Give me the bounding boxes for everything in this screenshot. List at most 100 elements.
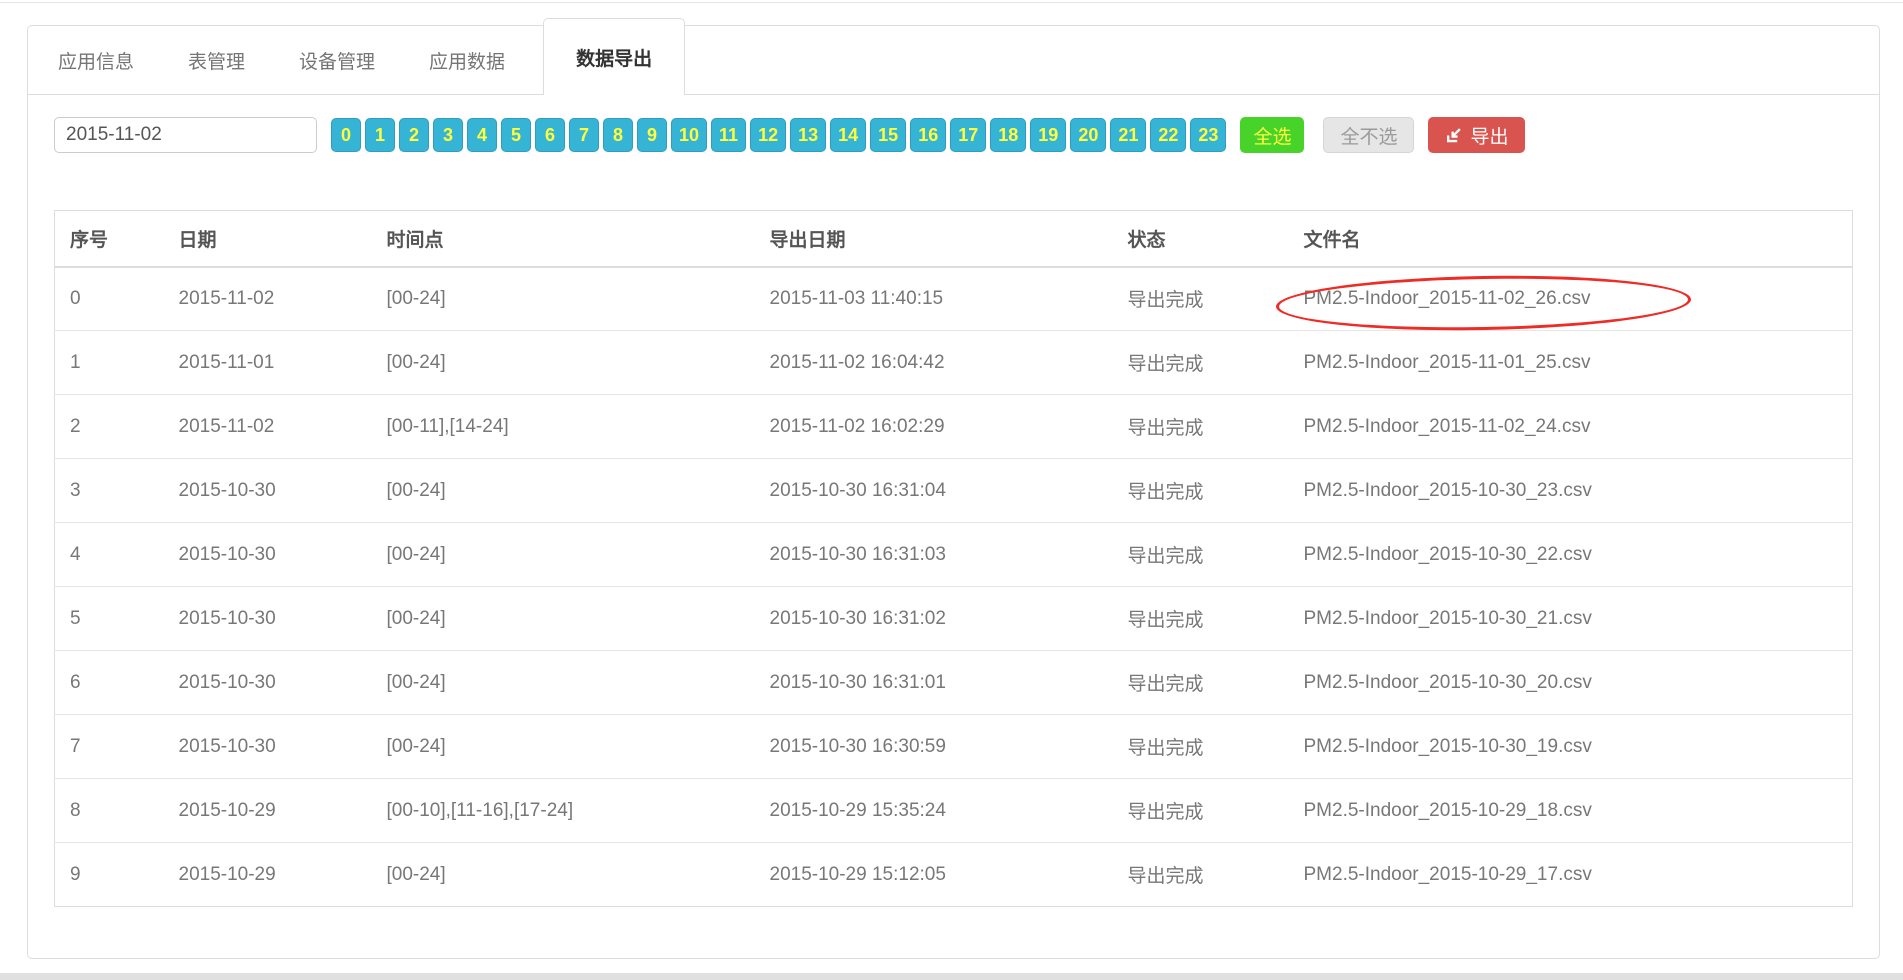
column-header: 状态 xyxy=(1113,211,1289,267)
table-cell: 导出完成 xyxy=(1113,587,1289,651)
table-cell: 2015-10-30 xyxy=(164,587,372,651)
table-cell: [00-24] xyxy=(372,267,755,331)
panel-content: 01234567891011121314151617181920212223 全… xyxy=(28,95,1879,907)
tab-表管理[interactable]: 表管理 xyxy=(172,26,261,94)
table-cell: 2015-11-02 xyxy=(164,395,372,459)
table-cell: 2015-10-29 15:12:05 xyxy=(755,843,1113,907)
export-table: 序号日期时间点导出日期状态文件名 02015-11-02[00-24]2015-… xyxy=(54,210,1853,907)
table-cell: 2015-11-02 16:04:42 xyxy=(755,331,1113,395)
hour-buttons: 01234567891011121314151617181920212223 xyxy=(331,118,1226,152)
tab-bar: 应用信息表管理设备管理应用数据数据导出 xyxy=(28,26,1879,95)
hour-button-12[interactable]: 12 xyxy=(750,118,786,152)
deselect-all-button[interactable]: 全不选 xyxy=(1323,117,1414,153)
table-cell: 2015-11-02 xyxy=(164,267,372,331)
table-cell: 7 xyxy=(55,715,164,779)
hour-button-3[interactable]: 3 xyxy=(433,118,463,152)
hour-button-9[interactable]: 9 xyxy=(637,118,667,152)
hour-button-22[interactable]: 22 xyxy=(1150,118,1186,152)
table-body: 02015-11-02[00-24]2015-11-03 11:40:15导出完… xyxy=(55,267,1853,907)
hour-button-21[interactable]: 21 xyxy=(1110,118,1146,152)
table-cell: 导出完成 xyxy=(1113,523,1289,587)
table-cell: 导出完成 xyxy=(1113,779,1289,843)
tab-数据导出[interactable]: 数据导出 xyxy=(543,18,685,95)
table-cell: [00-10],[11-16],[17-24] xyxy=(372,779,755,843)
hour-button-2[interactable]: 2 xyxy=(399,118,429,152)
table-row: 82015-10-29[00-10],[11-16],[17-24]2015-1… xyxy=(55,779,1853,843)
tab-设备管理[interactable]: 设备管理 xyxy=(283,26,391,94)
top-divider xyxy=(0,2,1903,3)
hour-button-16[interactable]: 16 xyxy=(910,118,946,152)
filename-cell: PM2.5-Indoor_2015-10-30_22.csv xyxy=(1289,523,1853,587)
hour-button-8[interactable]: 8 xyxy=(603,118,633,152)
hour-button-13[interactable]: 13 xyxy=(790,118,826,152)
table-cell: 导出完成 xyxy=(1113,395,1289,459)
table-cell: 导出完成 xyxy=(1113,459,1289,523)
table-cell: 导出完成 xyxy=(1113,843,1289,907)
table-cell: 2015-11-01 xyxy=(164,331,372,395)
tab-应用数据[interactable]: 应用数据 xyxy=(413,26,521,94)
table-cell: 2015-10-30 xyxy=(164,459,372,523)
hour-button-7[interactable]: 7 xyxy=(569,118,599,152)
table-cell: 1 xyxy=(55,331,164,395)
table-cell: [00-24] xyxy=(372,843,755,907)
table-cell: 2015-10-30 xyxy=(164,715,372,779)
table-row: 02015-11-02[00-24]2015-11-03 11:40:15导出完… xyxy=(55,267,1853,331)
tab-应用信息[interactable]: 应用信息 xyxy=(42,26,150,94)
hour-button-17[interactable]: 17 xyxy=(950,118,986,152)
table-row: 92015-10-29[00-24]2015-10-29 15:12:05导出完… xyxy=(55,843,1853,907)
controls-row: 01234567891011121314151617181920212223 全… xyxy=(54,117,1853,153)
export-table-wrap: 序号日期时间点导出日期状态文件名 02015-11-02[00-24]2015-… xyxy=(54,210,1853,907)
hour-button-18[interactable]: 18 xyxy=(990,118,1026,152)
hour-button-5[interactable]: 5 xyxy=(501,118,531,152)
export-button[interactable]: 导出 xyxy=(1428,117,1525,153)
table-row: 62015-10-30[00-24]2015-10-30 16:31:01导出完… xyxy=(55,651,1853,715)
hour-button-20[interactable]: 20 xyxy=(1070,118,1106,152)
column-header: 导出日期 xyxy=(755,211,1113,267)
table-header-row: 序号日期时间点导出日期状态文件名 xyxy=(55,211,1853,267)
table-cell: 2 xyxy=(55,395,164,459)
table-cell: 2015-10-29 15:35:24 xyxy=(755,779,1113,843)
hour-button-15[interactable]: 15 xyxy=(870,118,906,152)
column-header: 日期 xyxy=(164,211,372,267)
table-cell: 0 xyxy=(55,267,164,331)
table-cell: 2015-11-02 16:02:29 xyxy=(755,395,1113,459)
date-input[interactable] xyxy=(54,117,317,153)
filename-cell: PM2.5-Indoor_2015-10-30_20.csv xyxy=(1289,651,1853,715)
table-cell: 2015-10-30 16:31:04 xyxy=(755,459,1113,523)
table-cell: 导出完成 xyxy=(1113,331,1289,395)
table-cell: 9 xyxy=(55,843,164,907)
table-cell: [00-24] xyxy=(372,715,755,779)
hour-button-23[interactable]: 23 xyxy=(1190,118,1226,152)
table-cell: 导出完成 xyxy=(1113,715,1289,779)
table-cell: 2015-10-30 16:31:03 xyxy=(755,523,1113,587)
table-cell: [00-24] xyxy=(372,523,755,587)
table-row: 72015-10-30[00-24]2015-10-30 16:30:59导出完… xyxy=(55,715,1853,779)
filename-cell: PM2.5-Indoor_2015-11-02_24.csv xyxy=(1289,395,1853,459)
hour-button-4[interactable]: 4 xyxy=(467,118,497,152)
hour-button-14[interactable]: 14 xyxy=(830,118,866,152)
download-icon xyxy=(1445,127,1462,144)
filename-cell: PM2.5-Indoor_2015-11-02_26.csv xyxy=(1289,267,1853,331)
hour-button-10[interactable]: 10 xyxy=(671,118,707,152)
table-cell: 2015-10-29 xyxy=(164,779,372,843)
table-cell: [00-24] xyxy=(372,587,755,651)
table-row: 22015-11-02[00-11],[14-24]2015-11-02 16:… xyxy=(55,395,1853,459)
table-cell: 3 xyxy=(55,459,164,523)
hour-button-19[interactable]: 19 xyxy=(1030,118,1066,152)
column-header: 文件名 xyxy=(1289,211,1853,267)
table-cell: 6 xyxy=(55,651,164,715)
hour-button-0[interactable]: 0 xyxy=(331,118,361,152)
table-cell: 5 xyxy=(55,587,164,651)
hour-button-1[interactable]: 1 xyxy=(365,118,395,152)
table-row: 52015-10-30[00-24]2015-10-30 16:31:02导出完… xyxy=(55,587,1853,651)
table-cell: [00-24] xyxy=(372,331,755,395)
table-cell: 2015-10-30 16:31:02 xyxy=(755,587,1113,651)
export-button-label: 导出 xyxy=(1470,122,1508,149)
filename-cell: PM2.5-Indoor_2015-10-30_21.csv xyxy=(1289,587,1853,651)
page: 应用信息表管理设备管理应用数据数据导出 01234567891011121314… xyxy=(0,0,1903,980)
hour-button-11[interactable]: 11 xyxy=(711,118,746,152)
select-all-button[interactable]: 全选 xyxy=(1240,117,1304,153)
filename-cell: PM2.5-Indoor_2015-10-30_23.csv xyxy=(1289,459,1853,523)
table-cell: 2015-10-30 xyxy=(164,523,372,587)
hour-button-6[interactable]: 6 xyxy=(535,118,565,152)
